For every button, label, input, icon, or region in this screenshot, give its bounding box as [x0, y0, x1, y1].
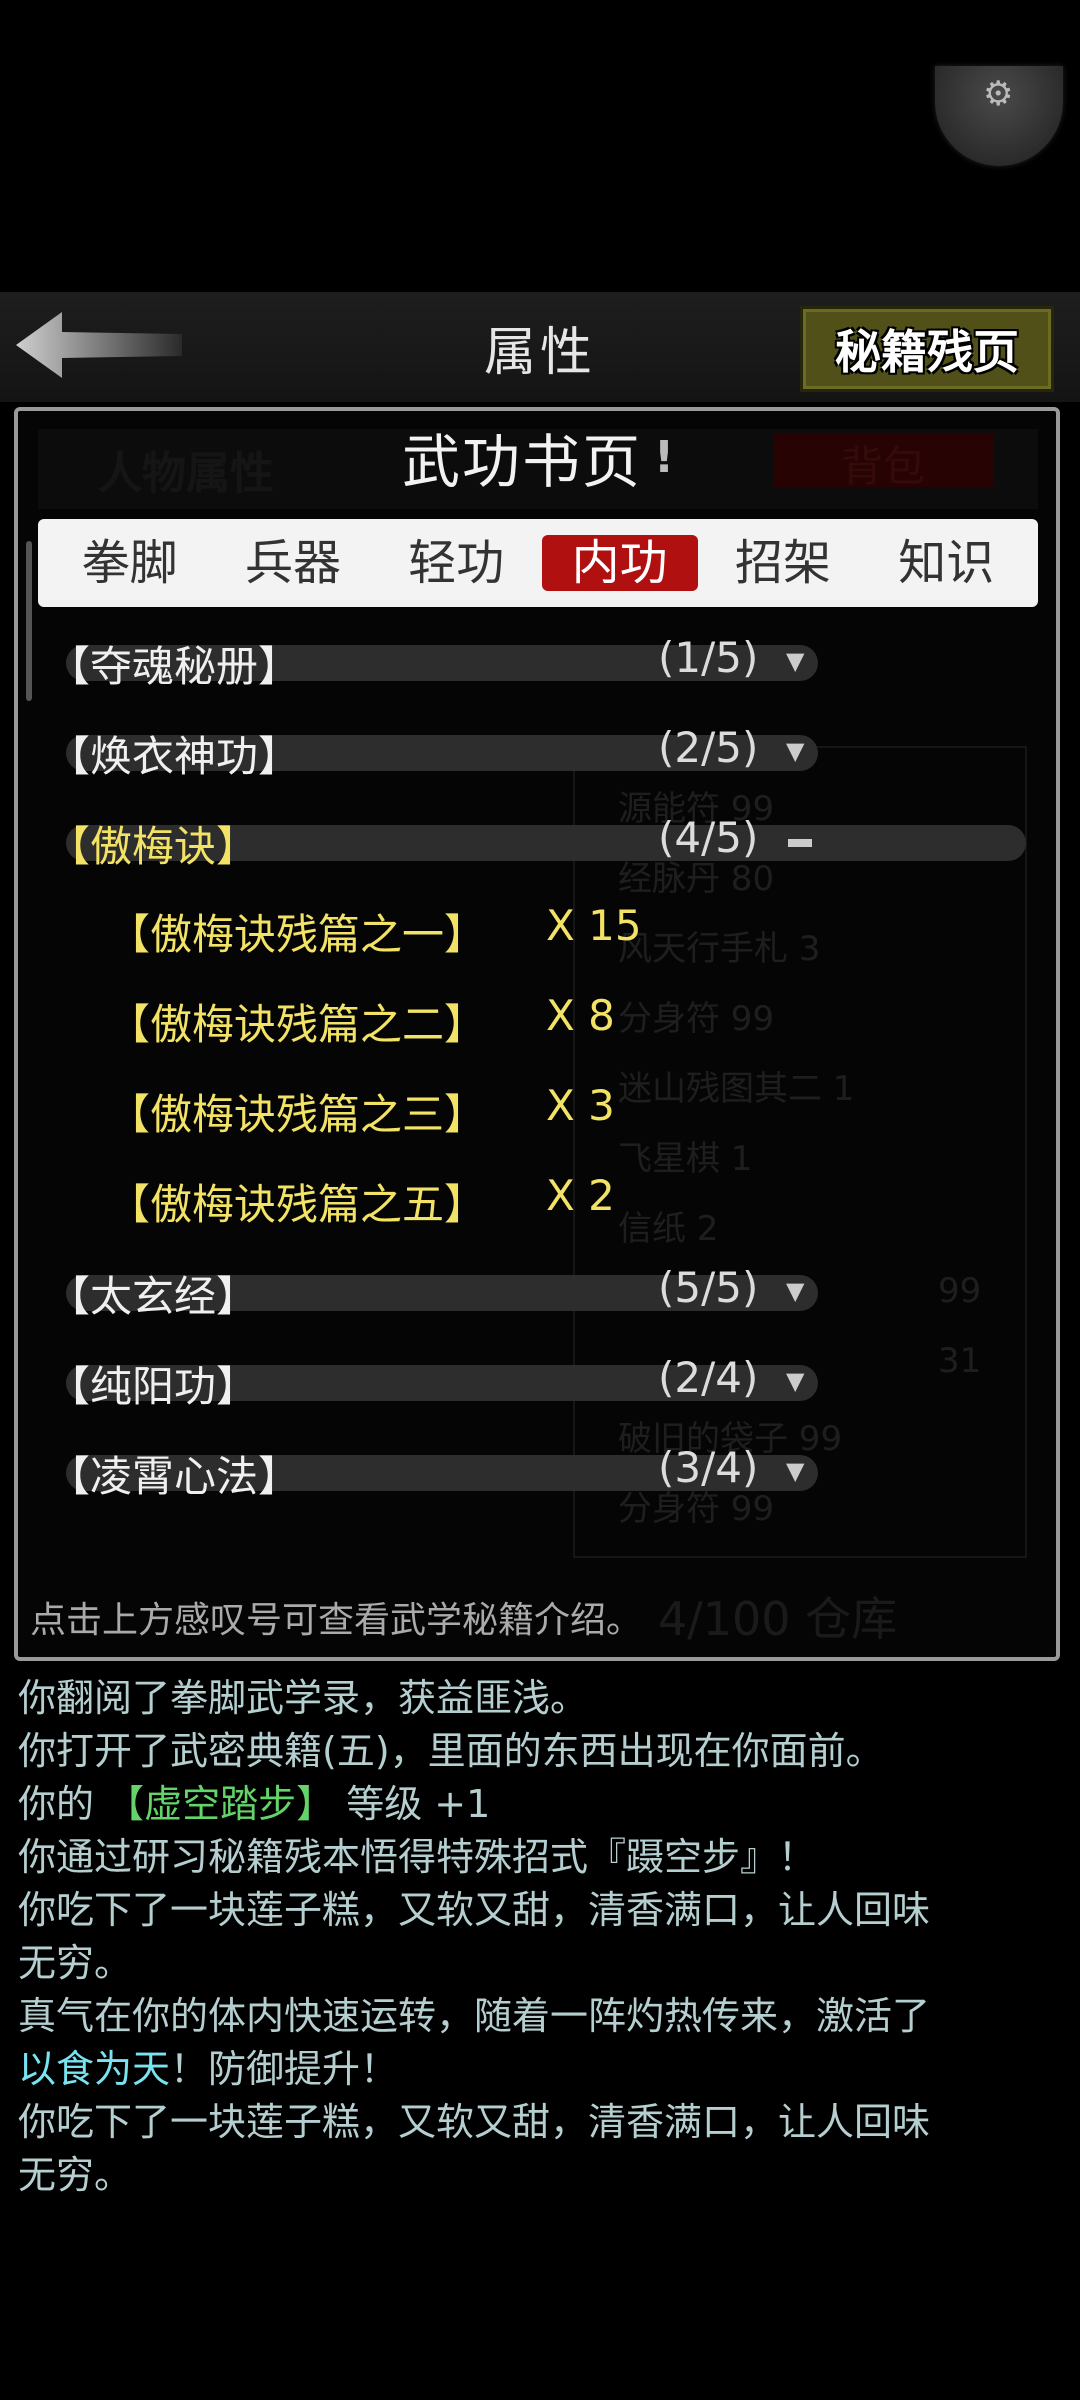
page-name: 【傲梅诀残篇之二】	[108, 1000, 487, 1049]
category-tabs: 拳脚 兵器 轻功 内功 招架 知识	[38, 519, 1038, 607]
corner-menu-button[interactable]: ⚙	[935, 66, 1063, 166]
chevron-down-icon[interactable]: ▼	[786, 647, 804, 675]
settings-icon: ⚙	[983, 74, 1014, 114]
page-quantity: X 15	[546, 901, 642, 950]
tab-inner-skill[interactable]: 内功	[541, 535, 698, 591]
manual-count: (4/5)	[658, 813, 759, 862]
manual-name: 【凌霄心法】	[48, 1452, 301, 1501]
log-line: 你通过研习秘籍残本悟得特殊招式『蹑空步』！	[18, 1835, 817, 1879]
page-item[interactable]: 【傲梅诀残篇之一】 X 15	[48, 891, 1048, 981]
list-item[interactable]: 【焕衣神功】 (2/5) ▼	[48, 711, 1048, 801]
scrollbar[interactable]	[26, 541, 32, 701]
tab-weapon[interactable]: 兵器	[215, 535, 371, 591]
page-name: 【傲梅诀残篇之三】	[108, 1090, 487, 1139]
log-line: 你吃下了一块莲子糕，又软又甜，清香满口，让人回味	[18, 2100, 931, 2144]
skill-name: 【虚空踏步】	[106, 1782, 335, 1826]
info-exclamation-icon[interactable]: !	[654, 432, 674, 483]
bg-warehouse-label: 4/100 仓库	[658, 1592, 898, 1646]
tab-parry[interactable]: 招架	[705, 535, 861, 591]
manual-list: 【夺魂秘册】 (1/5) ▼ 【焕衣神功】 (2/5) ▼ 【傲梅诀】 (4/5…	[48, 621, 1048, 1521]
log-line: 无穷。	[18, 2153, 133, 2197]
manual-name: 【焕衣神功】	[48, 732, 301, 781]
manual-name: 【太玄经】	[48, 1272, 259, 1321]
manual-name: 【纯阳功】	[48, 1362, 259, 1411]
log-line: 真气在你的体内快速运转，随着一阵灼热传来，激活了	[18, 1994, 931, 2038]
list-item[interactable]: 【凌霄心法】 (3/4) ▼	[48, 1431, 1048, 1521]
manual-count: (2/5)	[658, 723, 759, 772]
list-item-expanded[interactable]: 【傲梅诀】 (4/5)	[48, 801, 1048, 891]
chevron-down-icon[interactable]: ▼	[786, 1457, 804, 1485]
buff-name: 以食为天	[18, 2047, 171, 2091]
chevron-down-icon[interactable]: ▼	[786, 737, 804, 765]
page-item[interactable]: 【傲梅诀残篇之三】 X 3	[48, 1071, 1048, 1161]
secret-pages-button[interactable]: 秘籍残页	[800, 306, 1054, 392]
page-quantity: X 2	[546, 1171, 615, 1220]
page-quantity: X 3	[546, 1081, 615, 1130]
log-line: 你吃下了一块莲子糕，又软又甜，清香满口，让人回味	[18, 1888, 931, 1932]
message-log: 你翻阅了拳脚武学录，获益匪浅。 你打开了武密典籍(五)，里面的东西出现在你面前。…	[18, 1672, 1068, 2202]
top-bar: 属性 秘籍残页	[0, 292, 1080, 402]
page-item[interactable]: 【傲梅诀残篇之五】 X 2	[48, 1161, 1048, 1251]
manual-count: (1/5)	[658, 633, 759, 682]
log-line: 你打开了武密典籍(五)，里面的东西出现在你面前。	[18, 1729, 884, 1773]
manual-count: (5/5)	[658, 1263, 759, 1312]
main-panel: 人物属性 背包 源能符 99 经脉丹 80 风天行手札 3 分身符 99 迷山残…	[14, 407, 1060, 1661]
overlay-header: 武功书页 !	[38, 411, 1038, 503]
tab-fist[interactable]: 拳脚	[52, 535, 208, 591]
page-name: 【傲梅诀残篇之五】	[108, 1180, 487, 1229]
page-name: 【傲梅诀残篇之一】	[108, 910, 487, 959]
manual-name: 【夺魂秘册】	[48, 642, 301, 691]
hint-text: 点击上方感叹号可查看武学秘籍介绍。	[30, 1600, 643, 1641]
log-line: 你翻阅了拳脚武学录，获益匪浅。	[18, 1676, 589, 1720]
log-line: 无穷。	[18, 1941, 133, 1985]
manual-count: (3/4)	[658, 1443, 759, 1492]
list-item[interactable]: 【纯阳功】 (2/4) ▼	[48, 1341, 1048, 1431]
list-item[interactable]: 【太玄经】 (5/5) ▼	[48, 1251, 1048, 1341]
manual-count: (2/4)	[658, 1353, 759, 1402]
tab-knowledge[interactable]: 知识	[868, 535, 1024, 591]
log-line: 你的 【虚空踏步】 等级 +1	[18, 1782, 491, 1826]
manual-name: 【傲梅诀】	[48, 822, 259, 871]
chevron-down-icon[interactable]: ▼	[786, 1367, 804, 1395]
page-item[interactable]: 【傲梅诀残篇之二】 X 8	[48, 981, 1048, 1071]
log-line: 以食为天！防御提升！	[18, 2047, 399, 2091]
overlay-title: 武功书页	[401, 428, 642, 496]
page-quantity: X 8	[546, 991, 615, 1040]
list-item[interactable]: 【夺魂秘册】 (1/5) ▼	[48, 621, 1048, 711]
chevron-down-icon[interactable]: ▼	[786, 1277, 804, 1305]
tab-lightness[interactable]: 轻功	[378, 535, 534, 591]
collapse-minus-icon[interactable]	[788, 839, 812, 847]
